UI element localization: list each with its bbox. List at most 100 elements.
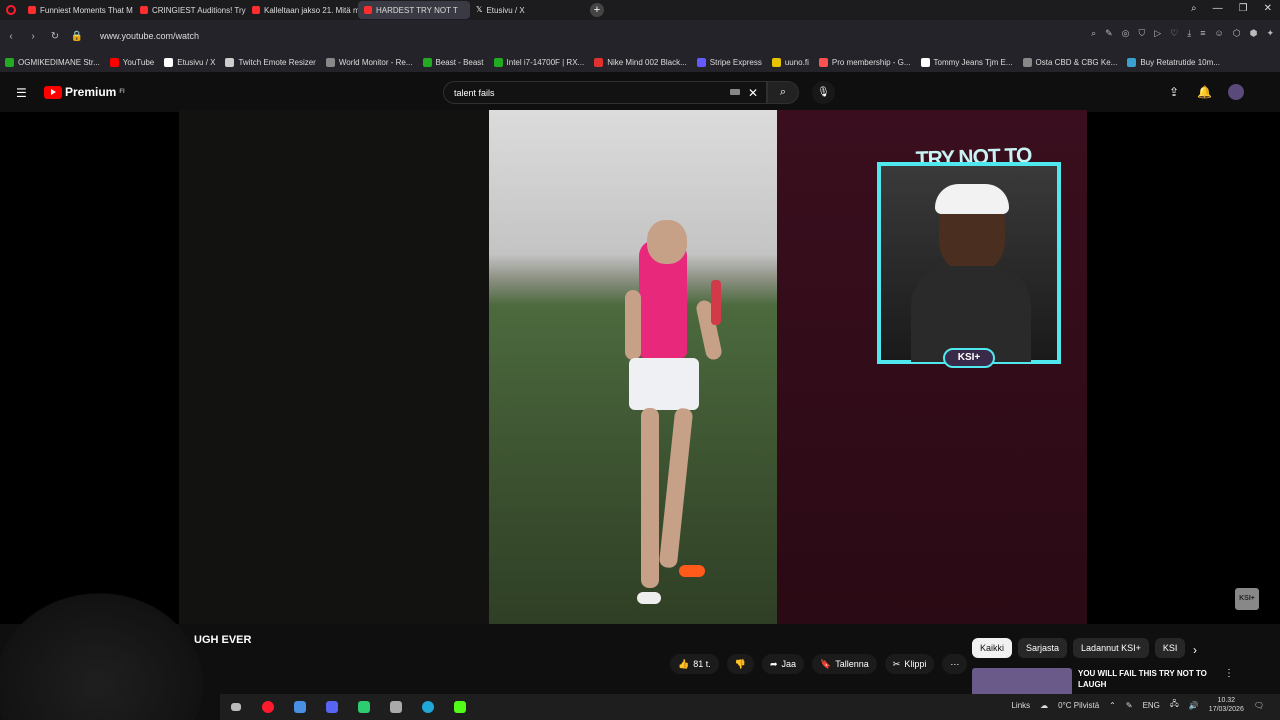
discord-taskbar-icon[interactable] [320,697,344,717]
browser-tab[interactable]: Kalleltaan jakso 21. Mitä m [246,1,358,19]
bookmark-label: Twitch Emote Resizer [238,57,316,67]
share-button[interactable]: ➦ Jaa [761,654,805,674]
edit-icon[interactable]: ✎ [1105,28,1113,39]
shield-icon[interactable]: ⛉ [1139,28,1146,39]
keyboard-icon[interactable] [730,89,740,95]
volume-icon[interactable]: 🔊 [1189,701,1199,710]
youtube-premium-logo[interactable]: Premium FI [44,85,125,99]
browser-tab[interactable]: 𝕏 Etusivu / X [470,1,582,19]
maximize-icon[interactable]: ❐ [1239,3,1248,14]
voice-search-button[interactable]: 🎙 [812,81,835,104]
bookmark-item[interactable]: Nike Mind 002 Black... [589,57,692,67]
bookmark-item[interactable]: Intel i7-14700F | RX... [489,57,590,67]
microphone-icon: 🎙 [817,87,830,98]
bookmark-item[interactable]: World Monitor - Re... [321,57,418,67]
pen-icon[interactable]: ✎ [1126,701,1133,710]
minimize-icon[interactable]: — [1213,3,1223,14]
heart-icon[interactable]: ♡ [1170,28,1178,39]
app-glyph [358,701,370,713]
bookmark-item[interactable]: Pro membership - G... [814,57,916,67]
weather-text[interactable]: 0°C Pilvistä [1058,701,1099,710]
notifications-bell-icon[interactable]: 🔔 [1197,85,1212,99]
forward-icon[interactable]: › [22,31,44,42]
browser-tab-active[interactable]: HARDEST TRY NOT T [358,1,470,19]
logo-country: FI [119,89,125,95]
youtube-favicon-icon [140,6,148,14]
download-icon[interactable]: ⤓ [1187,28,1191,39]
bookmark-label: World Monitor - Re... [338,57,413,67]
person-leg-left [641,408,659,588]
youtube-favicon-icon [364,6,372,14]
task-view-icon[interactable] [224,697,248,717]
app-taskbar-icon[interactable] [448,697,472,717]
chevron-right-icon[interactable]: › [1193,643,1197,657]
edge-taskbar-icon[interactable] [416,697,440,717]
close-window-icon[interactable]: ✕ [1264,3,1272,14]
bookmark-label: OGMIKEDIMANE Str... [18,57,100,67]
app-taskbar-icon[interactable] [288,697,312,717]
search-icon[interactable]: ⌕ [1091,28,1096,39]
camera-icon[interactable]: ◎ [1122,28,1130,39]
search-input[interactable] [444,82,704,104]
app-taskbar-icon[interactable] [352,697,376,717]
links-label[interactable]: Links [1011,701,1030,710]
nike-favicon-icon [594,57,604,67]
opera-glyph [262,701,274,713]
bookmark-item[interactable]: Buy Retatrutide 10m... [1122,57,1225,67]
discord-glyph [326,701,338,713]
back-icon[interactable]: ‹ [0,31,22,42]
chevron-up-icon[interactable]: ⌃ [1109,701,1116,710]
lang-indicator[interactable]: ENG [1143,701,1160,710]
tab-title: Etusivu / X [486,5,525,15]
bookmark-item[interactable]: Beast - Beast [418,57,489,67]
hamburger-menu-icon[interactable]: ☰ [16,86,27,100]
clock[interactable]: 10.32 17/03/2026 [1209,696,1244,714]
bookmark-item[interactable]: Stripe Express [692,57,767,67]
menu-icon[interactable]: ≡ [1200,28,1205,39]
thumbs-down-icon: 👎 [734,658,746,669]
search-button[interactable]: ⌕ [767,81,799,104]
save-button[interactable]: 🔖 Tallenna [812,654,877,674]
search-tabs-icon[interactable]: ⌕ [1191,3,1197,14]
ksi-badge: KSI+ [943,348,995,368]
bookmark-item[interactable]: OGMIKEDIMANE Str... [0,57,105,67]
bookmark-label: Nike Mind 002 Black... [607,57,687,67]
chip-all[interactable]: Kaikki [972,638,1013,658]
clip-button[interactable]: ✂ Klippi [884,654,935,674]
video-player[interactable]: TRY NOT TO LAUGH KSI+ [179,110,1087,624]
extension-icon[interactable]: ⬡ [1233,28,1241,39]
opera-taskbar-icon[interactable] [256,697,280,717]
bookmark-item[interactable]: Twitch Emote Resizer [220,57,320,67]
bookmark-item[interactable]: uuno.fi [767,57,814,67]
url-field[interactable]: www.youtube.com/watch [100,31,199,41]
dislike-button[interactable]: 👎 [726,654,754,674]
bookmark-item[interactable]: Osta CBD & CBG Ke... [1018,57,1123,67]
cube-icon[interactable]: ⬢ [1250,28,1258,39]
browser-tab[interactable]: Funniest Moments That M [22,1,134,19]
channel-watermark[interactable]: KSI+ [1235,588,1259,610]
bookmark-item[interactable]: Tommy Jeans Tjm E... [916,57,1018,67]
like-button[interactable]: 👍 81 t. [670,654,719,674]
person-leg-right [658,407,694,569]
profile-icon[interactable]: ☺ [1215,28,1224,39]
reload-icon[interactable]: ↻ [44,31,66,42]
notifications-icon[interactable]: 🗨 [1254,701,1264,710]
more-actions-button[interactable]: ⋯ [942,654,968,674]
ai-icon[interactable]: ✦ [1266,28,1274,39]
bookmark-favicon-icon [920,57,930,67]
avatar[interactable] [1228,84,1244,100]
clip-label: Klippi [904,659,927,669]
opera-logo-icon[interactable] [6,5,16,15]
upload-icon[interactable]: ⇪ [1169,85,1179,99]
clear-search-icon[interactable]: ✕ [748,86,758,100]
app-taskbar-icon[interactable] [384,697,408,717]
chip-uploaded-by[interactable]: Ladannut KSI+ [1073,638,1149,658]
bookmark-item[interactable]: Etusivu / X [159,57,220,67]
new-tab-button[interactable]: + [590,3,604,17]
play-icon[interactable]: ▷ [1154,28,1161,39]
bookmark-item[interactable]: YouTube [105,57,159,67]
chip-series[interactable]: Sarjasta [1018,638,1068,658]
browser-tab[interactable]: CRINGIEST Auditions! Try [134,1,246,19]
network-icon[interactable]: 🖧 [1170,698,1179,712]
chip-ksi[interactable]: KSI [1154,638,1186,658]
